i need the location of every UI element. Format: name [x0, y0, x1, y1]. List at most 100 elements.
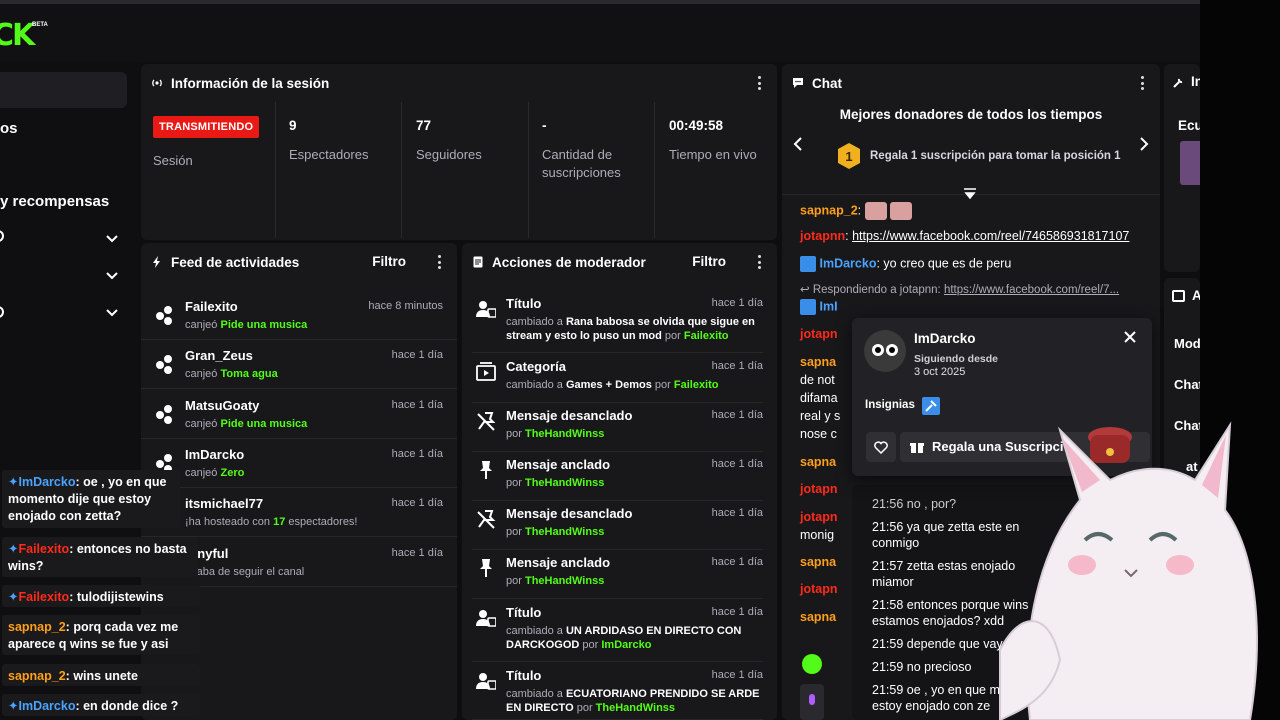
chat-message: ImI — [800, 299, 838, 315]
feed-username[interactable]: itsmichael77 — [185, 496, 263, 511]
filter-button[interactable]: Filtro — [692, 254, 726, 269]
feed-username[interactable]: MatsuGoaty — [185, 398, 259, 413]
chat-username[interactable]: sapna — [800, 610, 836, 624]
sidebar-item-active[interactable] — [0, 72, 127, 108]
mod-action-title: Mensaje anclado — [506, 457, 611, 472]
mod-action-detail: por TheHandWinss — [506, 574, 771, 588]
close-icon[interactable] — [1124, 330, 1136, 348]
right-item[interactable]: Chat — [1174, 377, 1200, 392]
mod-action-pre: cambiado a — [506, 316, 563, 328]
mod-action-row[interactable]: Mensaje anclado por TheHandWinss hace 1 dí… — [472, 452, 763, 501]
chevron-down-icon[interactable] — [104, 304, 120, 320]
chat-username[interactable]: ImI — [819, 299, 837, 313]
feed-tail: espectadores! — [288, 516, 358, 529]
feed-item: Pide una musica — [220, 319, 308, 331]
mod-action-row[interactable]: Mensaje anclado por TheHandWinss hace 1 dí… — [472, 550, 763, 599]
kebab-menu-icon[interactable] — [1140, 76, 1144, 90]
mod-action-row[interactable]: Mensaje desanclado por TheHandWinss hace 1… — [472, 501, 763, 550]
heart-button[interactable] — [866, 432, 896, 462]
feed-time: hace 1 día — [391, 497, 443, 510]
overlay-username: Failexito — [18, 590, 70, 604]
wrench-icon — [1172, 76, 1184, 94]
chat-username[interactable]: jotapn — [800, 482, 838, 496]
category-icon — [476, 362, 496, 382]
avatar — [864, 330, 906, 372]
user-icon — [476, 608, 497, 628]
chat-username[interactable]: jotapnn — [800, 229, 845, 243]
feed-item: Toma agua — [220, 368, 278, 381]
overlay-chat-message: ✦Failexito: tulodijistewins — [2, 585, 200, 607]
mod-action-row[interactable]: Título cambiado a Rana babosa se olvida q… — [472, 291, 763, 353]
mod-action-user[interactable]: Failexito — [674, 379, 719, 391]
feed-username[interactable]: ImDarcko — [185, 447, 244, 462]
chat-text: monig — [800, 528, 835, 542]
mic-button[interactable] — [800, 684, 824, 720]
divider — [401, 102, 402, 238]
emote-icon[interactable] — [802, 654, 822, 674]
mod-action-user[interactable]: TheHandWinss — [525, 526, 604, 538]
feed-username[interactable]: Failexito — [185, 299, 238, 314]
chevron-left-icon[interactable] — [792, 136, 804, 157]
unpin-icon — [476, 411, 496, 431]
feed-verb: canjeó — [185, 368, 218, 381]
brand-logo[interactable]: CK — [0, 18, 35, 53]
chat-username[interactable]: ImDarcko — [819, 256, 876, 270]
mod-action-value: Games + Demos — [565, 379, 652, 391]
emote-icon — [890, 202, 913, 220]
chat-username[interactable]: jotapn — [800, 582, 838, 596]
reply-link[interactable]: https://www.facebook.com/reel/7... — [944, 284, 1119, 296]
panel-title: In — [1191, 74, 1200, 89]
transcript-text: oe , yo en que m — [906, 683, 1000, 697]
kebab-menu-icon[interactable] — [757, 76, 761, 90]
chat-username[interactable]: jotapn — [800, 327, 838, 341]
reply-text: Respondiendo a jotapnn: — [812, 284, 941, 296]
mod-action-by: por — [576, 702, 593, 714]
feed-username[interactable]: Gran_Zeus — [185, 348, 253, 363]
mod-action-row[interactable]: Categoría cambiado a Games + Demos por Fa… — [472, 354, 763, 403]
feed-row[interactable]: Failexito canjeó Pide una musica hace 8 mi… — [141, 291, 457, 340]
chat-username[interactable]: sapnap_2 — [800, 203, 858, 217]
chat-username[interactable]: jotapn — [800, 510, 838, 524]
right-item[interactable]: Mod — [1174, 336, 1200, 351]
chat-link[interactable]: https://www.facebook.com/reel/7465869318… — [852, 229, 1129, 243]
mod-action-user[interactable]: TheHandWinss — [525, 575, 604, 587]
chat-username[interactable]: sapna — [800, 355, 836, 369]
thumbnail[interactable] — [1180, 141, 1200, 185]
mod-action-pre: cambiado a — [506, 688, 563, 700]
panel-title: Acciones de moderador — [492, 254, 646, 270]
mod-action-time: hace 1 día — [711, 360, 763, 372]
profile-username: ImDarcko — [914, 331, 976, 346]
chat-username[interactable]: sapna — [800, 455, 836, 469]
mod-action-user[interactable]: TheHandWinss — [525, 428, 604, 440]
viewers-value: 9 — [289, 118, 297, 133]
chat-username[interactable]: sapna — [800, 555, 836, 569]
mod-action-title: Categoría — [506, 359, 566, 374]
filter-button[interactable]: Filtro — [372, 254, 406, 269]
collapse-icon[interactable] — [962, 186, 978, 207]
mod-action-row[interactable]: Mensaje desanclado por TheHandWinss hace 1… — [472, 403, 763, 452]
overlay-username: sapnap_2 — [8, 620, 66, 634]
feed-row[interactable]: itsmichael77 ¡ha hosteado con 17 espectad… — [141, 488, 457, 538]
chat-message: ImDarcko: yo creo que es de peru — [800, 256, 1011, 272]
mod-action-user[interactable]: TheHandWinss — [525, 477, 604, 489]
mod-action-user[interactable]: TheHandWinss — [596, 702, 675, 714]
mod-action-user[interactable]: Failexito — [684, 330, 729, 342]
mod-action-user[interactable]: ImDarcko — [601, 639, 651, 651]
kebab-menu-icon[interactable] — [757, 255, 761, 269]
feed-row[interactable]: ImDarcko canjeó Zero hace 1 día — [141, 439, 457, 488]
chevron-down-icon[interactable] — [104, 230, 120, 246]
kebab-menu-icon[interactable] — [437, 255, 441, 269]
chevron-down-icon[interactable] — [104, 267, 120, 283]
transcript-cont: estamos enojados? xdd — [872, 614, 1005, 628]
transcript-cont: conmigo — [872, 536, 920, 550]
overlay-username: Failexito — [18, 542, 70, 556]
unpin-icon — [476, 509, 496, 529]
mod-action-row[interactable]: Título cambiado a UN ARDIDASO EN DIRECTO … — [472, 600, 763, 662]
sidebar-item-label[interactable]: y recompensas — [0, 193, 109, 210]
sidebar-item-label[interactable]: os — [0, 120, 18, 137]
chevron-right-icon[interactable] — [1138, 136, 1150, 157]
session-label: Sesión — [153, 153, 193, 168]
feed-row[interactable]: MatsuGoaty canjeó Pide una musica hace 1 d… — [141, 390, 457, 439]
feed-row[interactable]: Gran_Zeus canjeó Toma agua hace 1 día — [141, 340, 457, 390]
mod-action-row[interactable]: Título cambiado a ECUATORIANO PRENDIDO SE… — [472, 663, 763, 720]
